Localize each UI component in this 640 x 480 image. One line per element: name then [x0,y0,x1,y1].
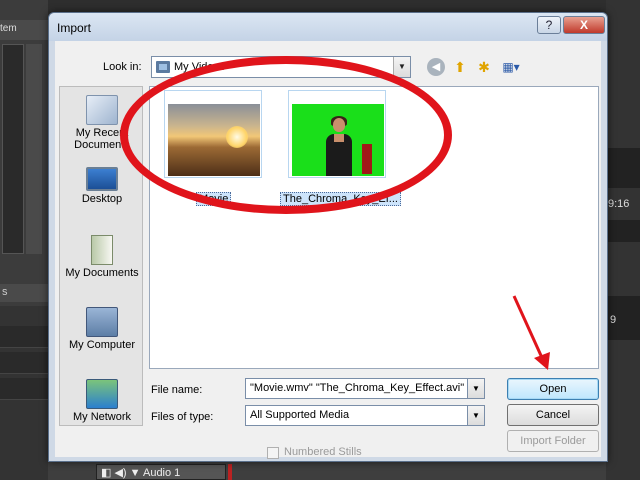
files-of-type-label: Files of type: [151,411,214,423]
project-panel-scrollbar[interactable] [26,44,42,254]
file-name-dropdown-button[interactable]: ▼ [467,378,485,399]
dialog-titlebar[interactable]: Import ? X [49,13,607,41]
audio-track-label: Audio 1 [142,467,181,479]
timeline-track-headers [0,306,48,480]
place-label: My Network [72,411,132,423]
timecode-display: 9:16 [608,198,630,210]
back-arrow-icon[interactable]: ◀ [427,58,445,76]
place-desktop[interactable]: Desktop [60,167,144,205]
my-network-icon [86,379,118,409]
audio-track-marker [228,464,232,480]
video-folder-icon [156,61,170,73]
numbered-stills-checkbox[interactable] [267,447,279,459]
track-row[interactable] [0,378,48,400]
monitor-controls [606,148,640,188]
desktop-icon [86,167,118,191]
place-my-computer[interactable]: My Computer [60,307,144,351]
up-folder-icon[interactable]: ⬆ [451,58,469,76]
left-tab[interactable]: s [0,284,48,302]
recent-documents-icon [86,95,118,125]
import-folder-button[interactable]: Import Folder [507,430,599,452]
views-menu-icon[interactable]: ▦▾ [499,58,523,76]
monitor-play-controls[interactable] [606,220,640,242]
project-panel-title: tem [0,20,48,40]
timeline-label: 9 [610,314,617,326]
project-panel: tem s [0,0,48,480]
files-of-type-dropdown-button[interactable]: ▼ [467,405,485,426]
cancel-button[interactable]: Cancel [507,404,599,426]
place-label: My Computer [68,339,136,351]
look-in-label: Look in: [103,61,142,73]
chevron-down-icon[interactable]: ▼ [393,57,410,77]
place-my-documents[interactable]: My Documents [60,235,144,279]
dialog-title: Import [57,21,92,35]
audio-track-header[interactable]: ◧ ◀) ▼ Audio 1 [96,464,226,480]
my-documents-icon [91,235,113,265]
chevron-down-icon: ▼ [472,384,480,393]
file-name-label: File name: [151,384,203,396]
files-of-type-select[interactable]: All Supported Media [245,405,485,426]
open-button[interactable]: Open [507,378,599,400]
speaker-icon: ◧ ◀) [101,467,127,479]
close-button[interactable]: X [563,16,605,34]
place-my-network[interactable]: My Network [60,379,144,423]
my-computer-icon [86,307,118,337]
file-name-input[interactable]: "Movie.wmv" "The_Chroma_Key_Effect.avi" [245,378,485,399]
new-folder-icon[interactable]: ✱ [475,58,493,76]
project-panel-list[interactable] [2,44,24,254]
track-row[interactable] [0,352,48,374]
place-label: My Documents [65,267,139,279]
help-button[interactable]: ? [537,16,561,34]
numbered-stills-label: Numbered Stills [284,446,362,458]
expand-triangle-icon[interactable]: ▼ [130,467,141,479]
highlight-oval [120,56,452,214]
track-row[interactable] [0,326,48,348]
chevron-down-icon: ▼ [472,411,480,420]
place-label: Desktop [81,193,123,205]
